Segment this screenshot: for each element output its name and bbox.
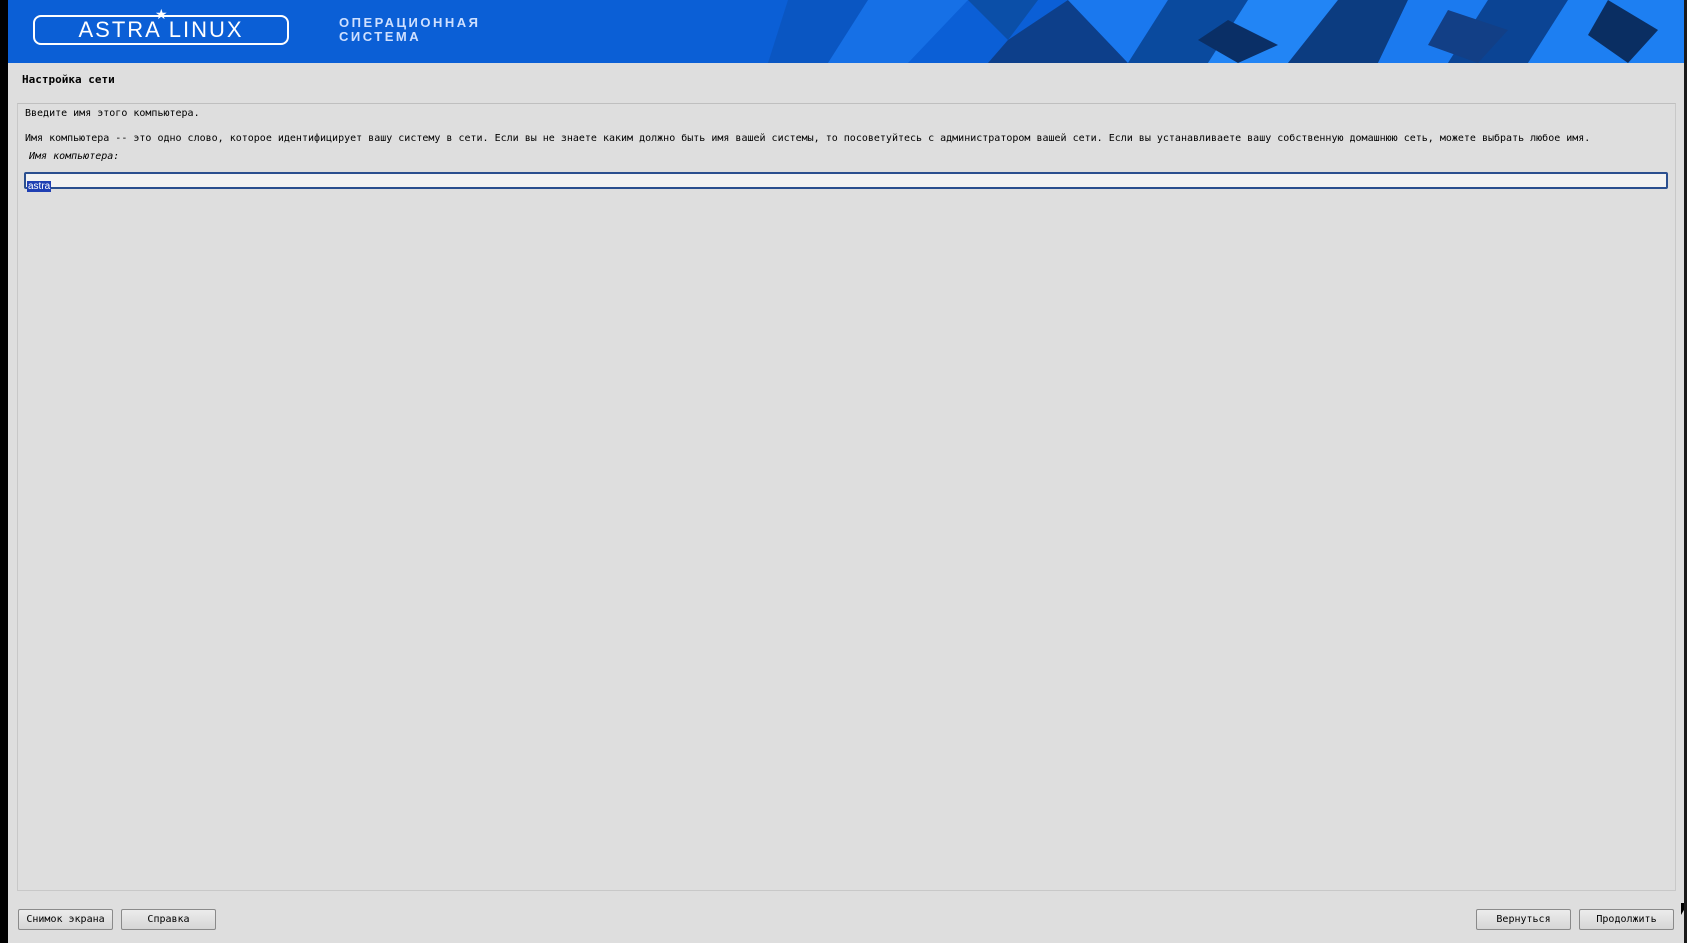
content-frame xyxy=(17,103,1676,891)
hostname-value: astra xyxy=(27,181,52,192)
tagline-line2: СИСТЕМА xyxy=(339,29,422,44)
installer-screen: ASTRA LINUX ★ ОПЕРАЦИОННАЯ СИСТЕМА Настр… xyxy=(8,0,1687,943)
tagline: ОПЕРАЦИОННАЯ СИСТЕМА xyxy=(339,16,481,44)
hostname-input[interactable]: astra xyxy=(24,172,1668,192)
screenshot-button[interactable]: Снимок экрана xyxy=(18,909,113,930)
header-banner: ASTRA LINUX ★ ОПЕРАЦИОННАЯ СИСТЕМА xyxy=(8,0,1687,63)
help-button[interactable]: Справка xyxy=(121,909,216,930)
prompt-text: Введите имя этого компьютера. xyxy=(25,108,200,119)
page-title: Настройка сети xyxy=(22,73,115,86)
back-button[interactable]: Вернуться xyxy=(1476,909,1571,930)
star-icon: ★ xyxy=(155,7,168,23)
hostname-label: Имя компьютера: xyxy=(29,151,120,162)
tagline-line1: ОПЕРАЦИОННАЯ xyxy=(339,15,481,30)
description-text: Имя компьютера -- это одно слово, которо… xyxy=(25,133,1591,144)
continue-button[interactable]: Продолжить xyxy=(1579,909,1674,930)
